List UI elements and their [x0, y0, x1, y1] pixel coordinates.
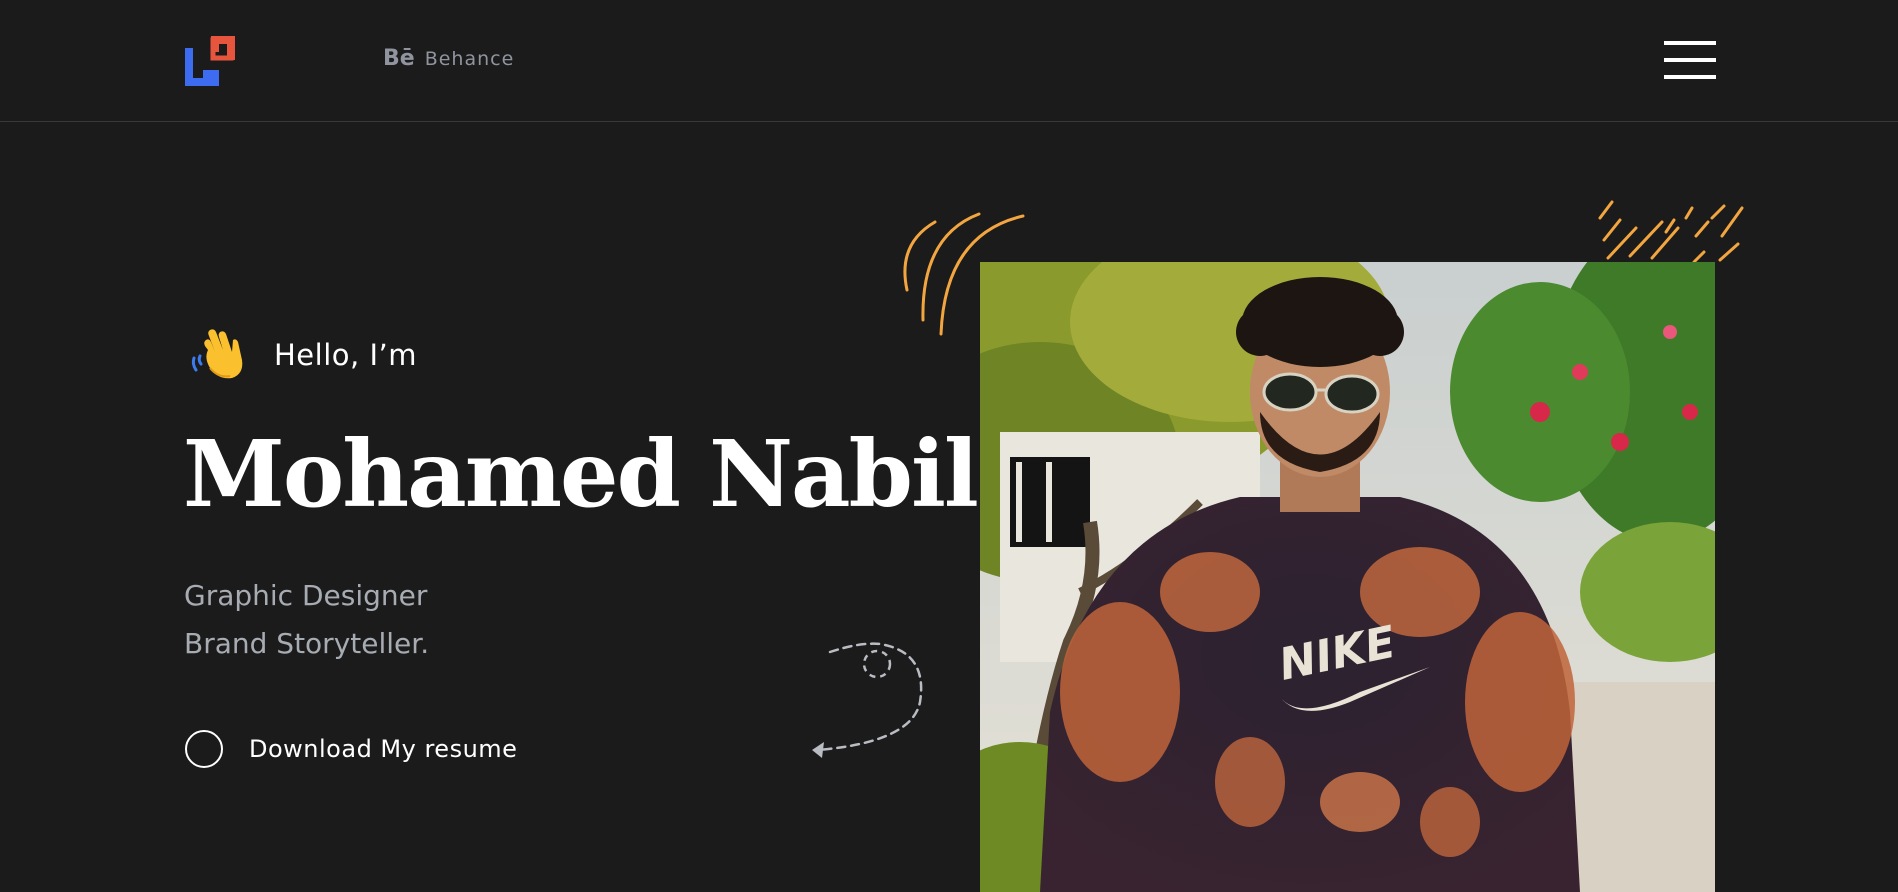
greeting-text: Hello, I’m: [274, 338, 417, 372]
role-item: Graphic Designer: [184, 579, 428, 612]
role-item: Brand Storyteller.: [184, 627, 430, 660]
waving-hand-icon: [191, 329, 243, 379]
behance-link[interactable]: Bē Behance: [383, 46, 514, 71]
circle-icon: [185, 730, 223, 768]
download-resume-label: Download My resume: [249, 735, 518, 763]
dashed-arrow-icon: [812, 642, 923, 758]
site-header: Bē Behance: [0, 0, 1898, 122]
hero-name: Mohamed Nabil: [183, 420, 979, 528]
greeting: Hello, I’m: [190, 328, 417, 382]
behance-label: Behance: [424, 47, 515, 70]
hamburger-menu-icon[interactable]: [1664, 41, 1716, 79]
portrait-illustration: NIKE: [980, 262, 1715, 892]
behance-icon: Bē: [383, 46, 415, 71]
brand-logo-icon[interactable]: [183, 34, 237, 88]
role-list: Graphic Designer Brand Storyteller.: [184, 572, 429, 668]
download-resume-button[interactable]: Download My resume: [185, 730, 517, 768]
portrait-photo: NIKE: [980, 262, 1715, 892]
